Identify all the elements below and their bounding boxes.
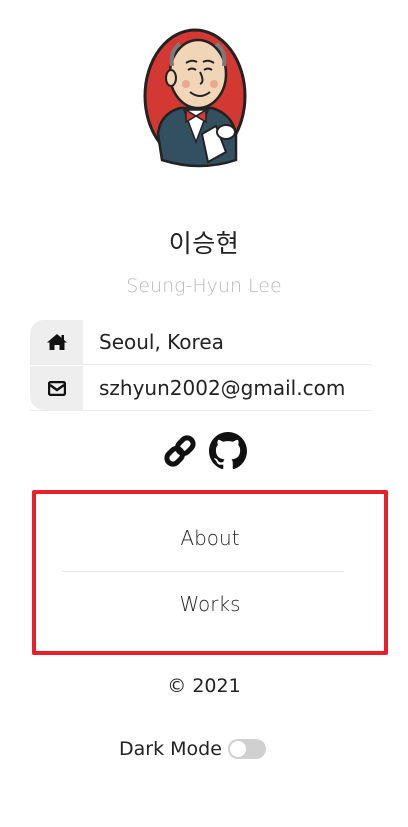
nav-divider [62, 571, 344, 572]
home-icon [30, 320, 83, 364]
copyright-text: © 2021 [167, 675, 241, 697]
toggle-knob [229, 741, 246, 757]
email-link[interactable]: szhyun2002@gmail.com [99, 366, 345, 410]
dark-mode-label: Dark Mode [119, 738, 222, 760]
link-icon[interactable] [161, 432, 199, 470]
dark-mode-toggle[interactable] [227, 739, 266, 759]
social-links [0, 432, 408, 470]
nav-menu: About Works [32, 490, 388, 655]
location-text: Seoul, Korea [99, 330, 224, 354]
github-icon[interactable] [209, 432, 247, 470]
info-row-location: Seoul, Korea [30, 320, 372, 365]
nav-item-works[interactable]: Works [36, 592, 384, 616]
avatar [143, 28, 247, 168]
profile-sidebar: 이승현 Seung-Hyun Lee Seoul, Korea szhyun20… [0, 0, 408, 827]
name-korean: 이승현 [168, 229, 240, 258]
envelope-icon [30, 366, 83, 410]
dark-mode-control: Dark Mode [119, 738, 266, 760]
info-row-email[interactable]: szhyun2002@gmail.com [30, 366, 372, 411]
name-english: Seung-Hyun Lee [126, 275, 282, 297]
nav-item-about[interactable]: About [36, 526, 384, 550]
